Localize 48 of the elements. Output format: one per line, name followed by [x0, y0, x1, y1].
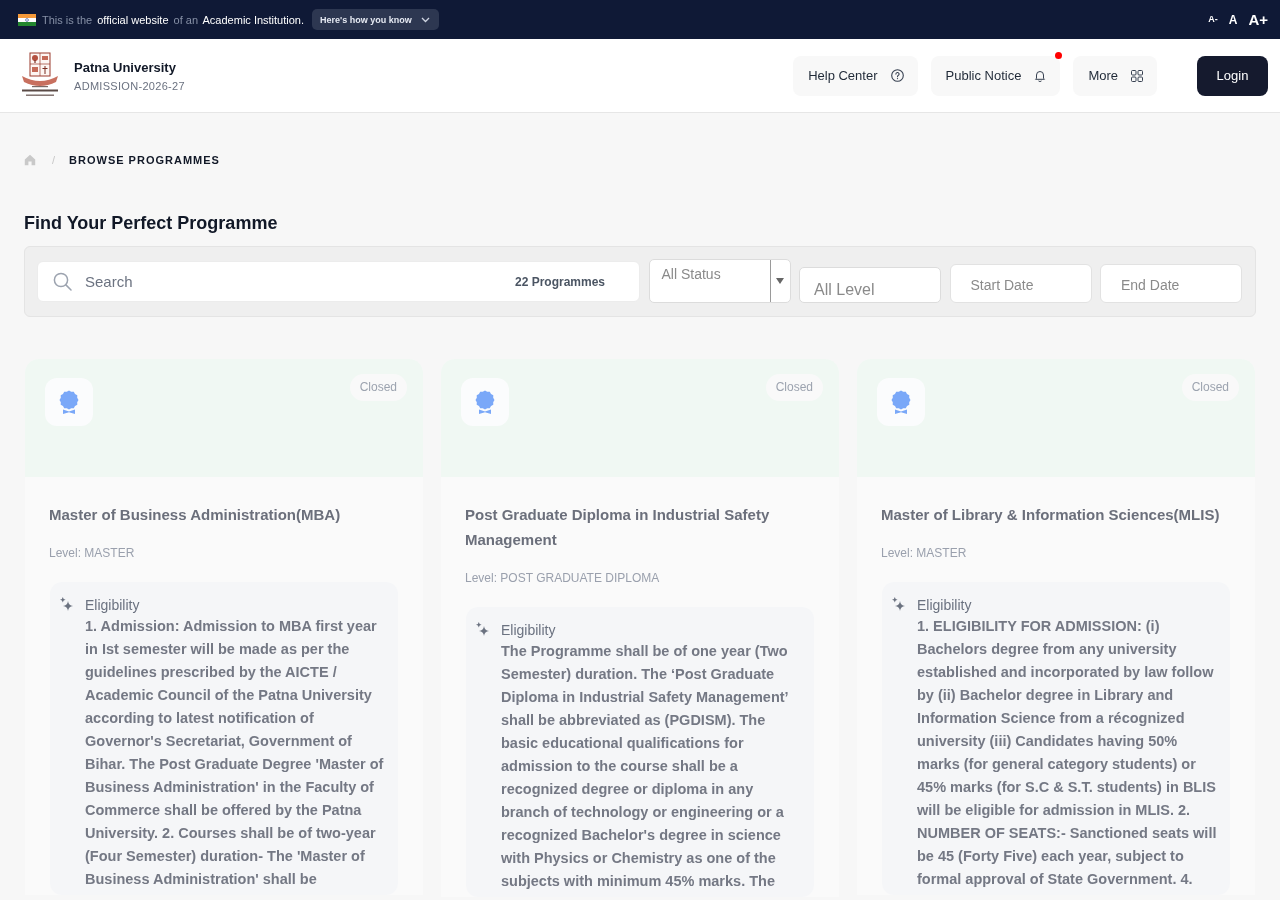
programme-title: Master of Library & Information Sciences(MLIS) — [881, 504, 1221, 525]
how-you-know-button[interactable]: Here's how you know — [312, 9, 439, 30]
sparkle-icon — [476, 621, 489, 636]
status-select[interactable]: All Status — [648, 259, 791, 303]
programme-level: Level: MASTER — [49, 544, 136, 561]
eligibility-text: 1. ELIGIBILITY FOR ADMISSION: (i) Bachelors degree from any university established and incorporated by law follow by (ii) Bachelor degree in Library and Information Science from a récognized university (iii) Candidates having 50% marks (for general category students) or 45% marks (for S.C & S.T. students) in BLIS will be eligible for admission in MLIS. 2. NUMBER OF SEATS:- Sanctioned seats will be 45 (Forty Five) each year, subject to formal approval of State Government. 4. — [917, 616, 1218, 889]
nav-button[interactable]: Public Notice — [930, 55, 1061, 96]
eligibility-text: The Programme shall be of one year (Two Semester) duration. The ‘Post Graduate Diploma in Industrial Safety Management’ shall be abbreviated as (PGDISM). The basic educational qualifications for admission to the course shall be a recognized degree or diploma in any branch of technology or engineering or a recognized Bachelor's degree in science with Physics or Chemistry as one of the subjects with minimum 45% marks. The — [501, 641, 789, 891]
search-icon — [53, 272, 72, 291]
sparkle-icon — [892, 596, 905, 611]
login-button[interactable]: Login — [1197, 55, 1268, 96]
end-date-field[interactable]: End Date — [1100, 264, 1242, 303]
eligibility-text: 1. Admission: Admission to MBA first year in Ist semester will be made as per the guidelines prescribed by the AICTE / Academic Council of the Patna University according to latest notification of Governor's Secretariat, Government of Bihar. The Post Graduate Degree 'Master of Business Administration' in the Faculty of Commerce shall be offered by the Patna University. 2. Courses shall be of two-year (Four Semester) duration- The 'Master of Business Administration' shall be — [85, 616, 385, 889]
caret-icon — [776, 278, 784, 284]
status-badge: Closed — [765, 374, 823, 401]
eligibility-label: Eligibility — [917, 595, 973, 615]
award-icon — [461, 378, 509, 426]
text-size-button[interactable]: A — [1228, 13, 1238, 26]
programme-level: Level: POST GRADUATE DIPLOMA — [465, 569, 661, 586]
sparkle-icon — [60, 596, 73, 611]
level-field[interactable]: All Level — [799, 267, 941, 303]
breadcrumb-current: BROWSE PROGRAMMES — [69, 154, 220, 166]
help-icon — [890, 69, 904, 82]
programme-title: Master of Business Administration(MBA) — [49, 504, 342, 525]
programme-level: Level: MASTER — [881, 544, 968, 561]
official-site-notice: This is the official website of an Academic Institution. — [42, 13, 306, 26]
text-size-button[interactable]: A- — [1208, 15, 1218, 24]
eligibility-label: Eligibility — [85, 595, 141, 615]
page-title: Find Your Perfect Programme — [24, 212, 279, 235]
status-badge: Closed — [349, 374, 407, 401]
programme-count: 22 Programmes — [514, 275, 605, 289]
breadcrumb-separator: / — [52, 154, 56, 166]
admission-session: ADMISSION-2026-27 — [74, 79, 185, 92]
nav-button[interactable]: Help Center — [793, 55, 918, 96]
nav-button[interactable]: More — [1073, 55, 1157, 96]
award-icon — [45, 378, 93, 426]
flag-icon — [18, 13, 36, 26]
crest-logo — [19, 52, 61, 99]
programme-title: Post Graduate Diploma in Industrial Safety Management — [465, 504, 771, 550]
eligibility-label: Eligibility — [501, 620, 557, 640]
start-date-field[interactable]: Start Date — [949, 264, 1092, 303]
status-badge: Closed — [1181, 374, 1239, 401]
bell-icon — [1034, 69, 1047, 82]
chevron-down-icon — [420, 16, 430, 23]
university-name: Patna University — [74, 59, 177, 75]
text-size-button[interactable]: A+ — [1248, 12, 1268, 27]
grid-icon — [1131, 69, 1143, 82]
award-icon — [877, 378, 925, 426]
